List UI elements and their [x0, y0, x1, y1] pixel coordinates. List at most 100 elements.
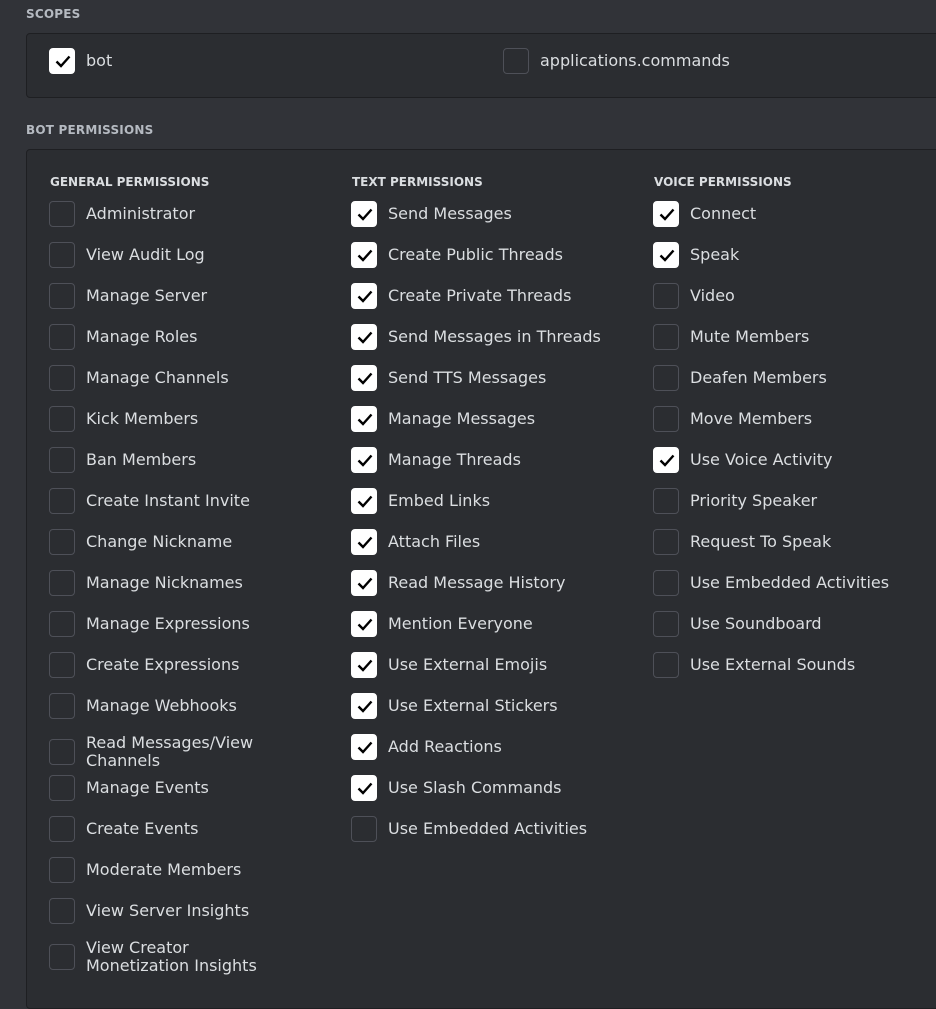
permission-checkbox-speak[interactable]: Speak — [653, 242, 739, 268]
checkbox[interactable] — [653, 365, 679, 391]
checkbox[interactable] — [49, 365, 75, 391]
checkbox[interactable] — [351, 816, 377, 842]
checkbox[interactable] — [351, 693, 377, 719]
permission-checkbox-create-private-threads[interactable]: Create Private Threads — [351, 283, 571, 309]
checkbox[interactable] — [351, 775, 377, 801]
checkbox[interactable] — [49, 447, 75, 473]
permission-checkbox-create-expressions[interactable]: Create Expressions — [49, 652, 239, 678]
checkmark-icon — [357, 741, 373, 754]
permission-checkbox-priority-speaker[interactable]: Priority Speaker — [653, 488, 817, 514]
checkbox[interactable] — [653, 570, 679, 596]
checkbox[interactable] — [49, 48, 75, 74]
permission-checkbox-use-voice-activity[interactable]: Use Voice Activity — [653, 447, 832, 473]
checkbox[interactable] — [653, 611, 679, 637]
checkbox[interactable] — [351, 570, 377, 596]
checkbox[interactable] — [351, 283, 377, 309]
permission-checkbox-use-external-stickers[interactable]: Use External Stickers — [351, 693, 558, 719]
permission-checkbox-ban-members[interactable]: Ban Members — [49, 447, 196, 473]
permission-checkbox-administrator[interactable]: Administrator — [49, 201, 195, 227]
permission-checkbox-moderate-members[interactable]: Moderate Members — [49, 857, 241, 883]
checkbox[interactable] — [49, 611, 75, 637]
checkbox[interactable] — [49, 857, 75, 883]
checkbox[interactable] — [49, 898, 75, 924]
checkbox[interactable] — [351, 365, 377, 391]
checkbox[interactable] — [49, 283, 75, 309]
checkbox[interactable] — [49, 201, 75, 227]
checkbox[interactable] — [351, 242, 377, 268]
checkbox[interactable] — [653, 529, 679, 555]
permission-checkbox-read-message-history[interactable]: Read Message History — [351, 570, 565, 596]
permission-checkbox-move-members[interactable]: Move Members — [653, 406, 812, 432]
permission-checkbox-manage-expressions[interactable]: Manage Expressions — [49, 611, 250, 637]
checkbox[interactable] — [49, 739, 75, 765]
checkbox[interactable] — [653, 488, 679, 514]
checkbox[interactable] — [653, 201, 679, 227]
checkbox[interactable] — [49, 242, 75, 268]
permission-checkbox-use-soundboard[interactable]: Use Soundboard — [653, 611, 822, 637]
permission-checkbox-kick-members[interactable]: Kick Members — [49, 406, 198, 432]
permission-checkbox-use-embedded-activities[interactable]: Use Embedded Activities — [653, 570, 889, 596]
permission-checkbox-embed-links[interactable]: Embed Links — [351, 488, 490, 514]
permission-checkbox-change-nickname[interactable]: Change Nickname — [49, 529, 232, 555]
permission-checkbox-view-audit-log[interactable]: View Audit Log — [49, 242, 205, 268]
permission-checkbox-create-events[interactable]: Create Events — [49, 816, 198, 842]
permission-checkbox-attach-files[interactable]: Attach Files — [351, 529, 480, 555]
permission-checkbox-mute-members[interactable]: Mute Members — [653, 324, 809, 350]
checkbox[interactable] — [49, 406, 75, 432]
checkbox[interactable] — [351, 529, 377, 555]
checkbox[interactable] — [351, 406, 377, 432]
permission-checkbox-view-creator-monetization-insights[interactable]: View Creator Monetization Insights — [49, 939, 296, 975]
checkbox[interactable] — [351, 201, 377, 227]
permission-checkbox-view-server-insights[interactable]: View Server Insights — [49, 898, 249, 924]
checkbox[interactable] — [653, 242, 679, 268]
checkbox[interactable] — [49, 944, 75, 970]
permission-checkbox-manage-webhooks[interactable]: Manage Webhooks — [49, 693, 237, 719]
permission-checkbox-manage-channels[interactable]: Manage Channels — [49, 365, 229, 391]
permission-checkbox-manage-threads[interactable]: Manage Threads — [351, 447, 521, 473]
checkbox[interactable] — [653, 652, 679, 678]
checkbox[interactable] — [351, 324, 377, 350]
permission-checkbox-connect[interactable]: Connect — [653, 201, 756, 227]
permission-checkbox-request-to-speak[interactable]: Request To Speak — [653, 529, 831, 555]
checkbox[interactable] — [49, 570, 75, 596]
permission-checkbox-video[interactable]: Video — [653, 283, 735, 309]
permission-checkbox-add-reactions[interactable]: Add Reactions — [351, 734, 502, 760]
permission-checkbox-use-slash-commands[interactable]: Use Slash Commands — [351, 775, 562, 801]
checkbox[interactable] — [351, 652, 377, 678]
checkbox[interactable] — [503, 48, 529, 74]
checkbox[interactable] — [49, 775, 75, 801]
permission-checkbox-manage-roles[interactable]: Manage Roles — [49, 324, 197, 350]
checkbox[interactable] — [653, 447, 679, 473]
checkbox[interactable] — [653, 283, 679, 309]
permission-checkbox-use-embedded-activities[interactable]: Use Embedded Activities — [351, 816, 587, 842]
permission-checkbox-manage-nicknames[interactable]: Manage Nicknames — [49, 570, 243, 596]
checkbox[interactable] — [49, 324, 75, 350]
checkbox[interactable] — [653, 406, 679, 432]
permission-checkbox-use-external-emojis[interactable]: Use External Emojis — [351, 652, 547, 678]
permission-checkbox-manage-messages[interactable]: Manage Messages — [351, 406, 535, 432]
checkbox[interactable] — [351, 488, 377, 514]
checkbox[interactable] — [49, 693, 75, 719]
checkbox[interactable] — [49, 488, 75, 514]
checkmark-icon — [357, 495, 373, 508]
permission-checkbox-manage-server[interactable]: Manage Server — [49, 283, 207, 309]
checkbox[interactable] — [653, 324, 679, 350]
permission-checkbox-deafen-members[interactable]: Deafen Members — [653, 365, 827, 391]
permission-checkbox-manage-events[interactable]: Manage Events — [49, 775, 209, 801]
permission-checkbox-create-instant-invite[interactable]: Create Instant Invite — [49, 488, 250, 514]
checkbox[interactable] — [351, 734, 377, 760]
checkbox[interactable] — [351, 447, 377, 473]
checkbox[interactable] — [49, 529, 75, 555]
scope-checkbox-applications-commands[interactable]: applications.commands — [503, 48, 730, 74]
permission-checkbox-send-tts-messages[interactable]: Send TTS Messages — [351, 365, 546, 391]
checkbox[interactable] — [49, 816, 75, 842]
permission-checkbox-use-external-sounds[interactable]: Use External Sounds — [653, 652, 855, 678]
permission-checkbox-mention-everyone[interactable]: Mention Everyone — [351, 611, 533, 637]
permission-checkbox-read-messages-view-channels[interactable]: Read Messages/View Channels — [49, 734, 296, 770]
permission-checkbox-create-public-threads[interactable]: Create Public Threads — [351, 242, 563, 268]
checkbox[interactable] — [351, 611, 377, 637]
checkbox[interactable] — [49, 652, 75, 678]
permission-checkbox-send-messages-in-threads[interactable]: Send Messages in Threads — [351, 324, 601, 350]
permission-checkbox-send-messages[interactable]: Send Messages — [351, 201, 512, 227]
scope-checkbox-bot[interactable]: bot — [49, 48, 112, 74]
